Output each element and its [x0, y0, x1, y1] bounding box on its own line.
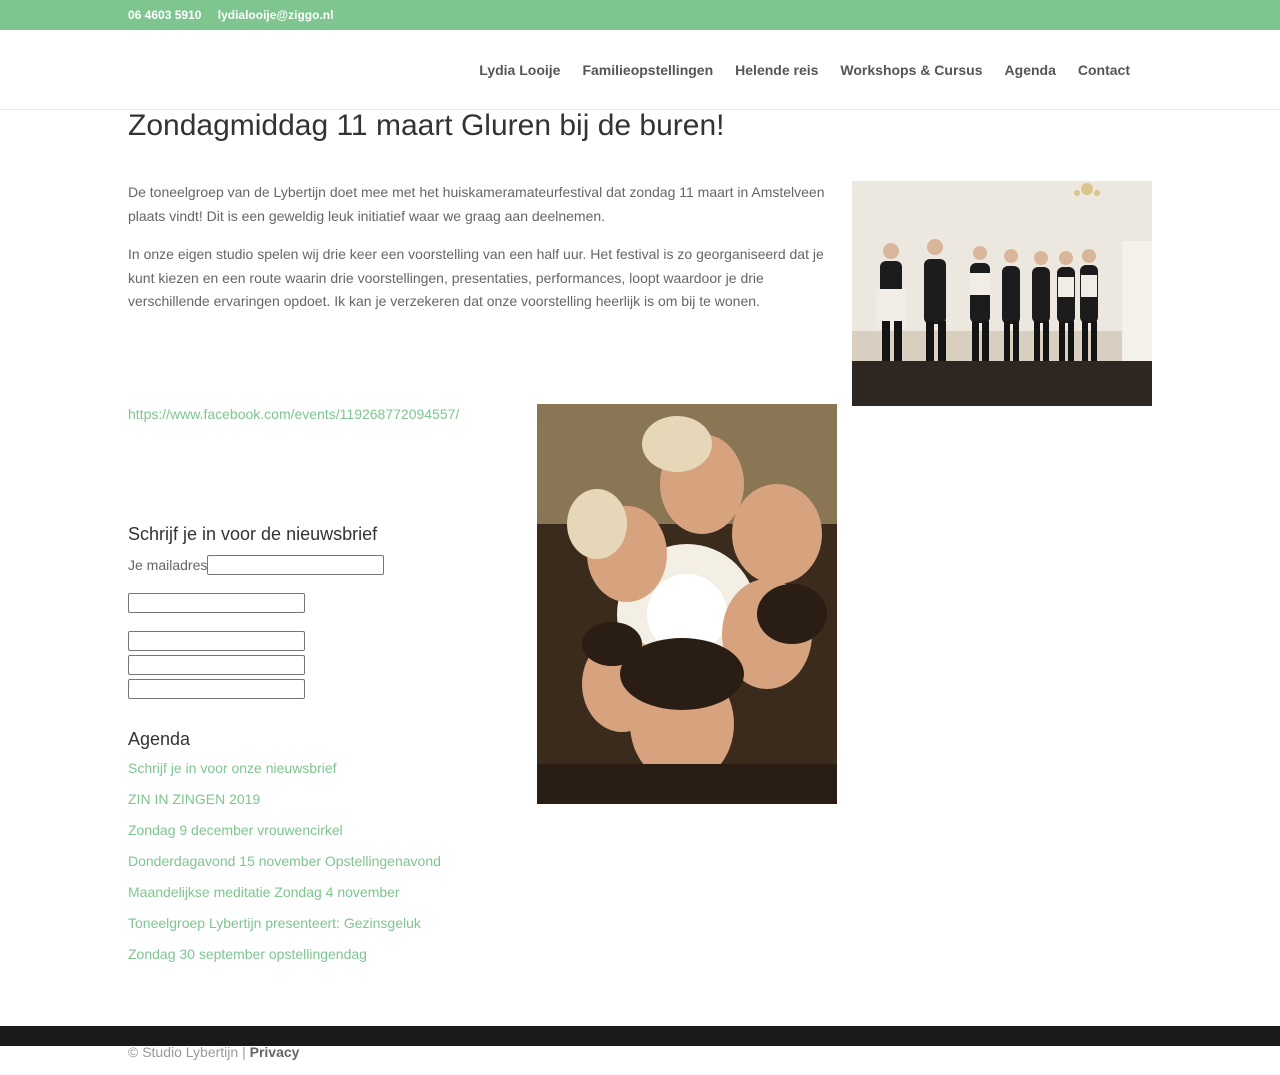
list-item: Zondag 30 september opstellingendag [128, 946, 441, 977]
list-item: Maandelijkse meditatie Zondag 4 november [128, 884, 441, 915]
page-title: Zondagmiddag 11 maart Gluren bij de bure… [128, 109, 725, 142]
phone-number[interactable]: 06 4603 5910 [128, 8, 201, 22]
agenda-link[interactable]: Donderdagavond 15 november Opstellingena… [128, 853, 441, 869]
agenda-link[interactable]: Maandelijkse meditatie Zondag 4 november [128, 884, 400, 900]
theatre-group-photo [852, 181, 1152, 406]
agenda-link[interactable]: Zondag 30 september opstellingendag [128, 946, 367, 962]
list-item: Schrijf je in voor onze nieuwsbrief [128, 760, 441, 791]
newsletter-field-4[interactable] [128, 679, 305, 699]
newsletter-field-3[interactable] [128, 655, 305, 675]
footer-bar [0, 1026, 1280, 1046]
nav-item-familieopstellingen[interactable]: Familieopstellingen [582, 62, 713, 78]
newsletter-field-2[interactable] [128, 631, 305, 651]
nav-item-workshops[interactable]: Workshops & Cursus [840, 62, 982, 78]
main-navigation: Lydia Looije Familieopstellingen Helende… [457, 62, 1130, 78]
top-bar: 06 4603 5910 lydialooije@ziggo.nl [0, 0, 1280, 30]
newsletter-field-1[interactable] [128, 593, 305, 613]
list-item: ZIN IN ZINGEN 2019 [128, 791, 441, 822]
footer-credits: © Studio Lybertijn | Privacy [128, 1044, 299, 1060]
list-item: Donderdagavond 15 november Opstellingena… [128, 853, 441, 884]
agenda-link[interactable]: Zondag 9 december vrouwencirkel [128, 822, 343, 838]
site-header: Lydia Looije Familieopstellingen Helende… [0, 30, 1280, 110]
agenda-list: Schrijf je in voor onze nieuwsbrief ZIN … [128, 760, 441, 977]
facebook-event-link[interactable]: https://www.facebook.com/events/11926877… [128, 406, 459, 422]
agenda-link[interactable]: Schrijf je in voor onze nieuwsbrief [128, 760, 337, 776]
agenda-link[interactable]: Toneelgroep Lybertijn presenteert: Gezin… [128, 915, 421, 931]
nav-item-helende-reis[interactable]: Helende reis [735, 62, 818, 78]
post-paragraph-2: In onze eigen studio spelen wij drie kee… [128, 246, 824, 309]
nav-item-lydia-looije[interactable]: Lydia Looije [479, 62, 560, 78]
agenda-link[interactable]: ZIN IN ZINGEN 2019 [128, 791, 260, 807]
agenda-title: Agenda [128, 729, 191, 749]
list-item: Zondag 9 december vrouwencirkel [128, 822, 441, 853]
newsletter-title: Schrijf je in voor de nieuwsbrief [128, 524, 378, 544]
nav-item-contact[interactable]: Contact [1078, 62, 1130, 78]
list-item: Toneelgroep Lybertijn presenteert: Gezin… [128, 915, 441, 946]
post-paragraph-1: De toneelgroep van de Lybertijn doet mee… [128, 184, 825, 224]
email-address[interactable]: lydialooije@ziggo.nl [218, 8, 334, 22]
email-label: Je mailadres [128, 557, 208, 573]
copyright-text: © Studio Lybertijn | [128, 1044, 250, 1060]
contact-info: 06 4603 5910 lydialooije@ziggo.nl [128, 8, 346, 22]
nav-item-agenda[interactable]: Agenda [1005, 62, 1056, 78]
email-field[interactable] [207, 555, 384, 575]
group-selfie-photo [537, 404, 837, 804]
privacy-link[interactable]: Privacy [250, 1044, 300, 1060]
